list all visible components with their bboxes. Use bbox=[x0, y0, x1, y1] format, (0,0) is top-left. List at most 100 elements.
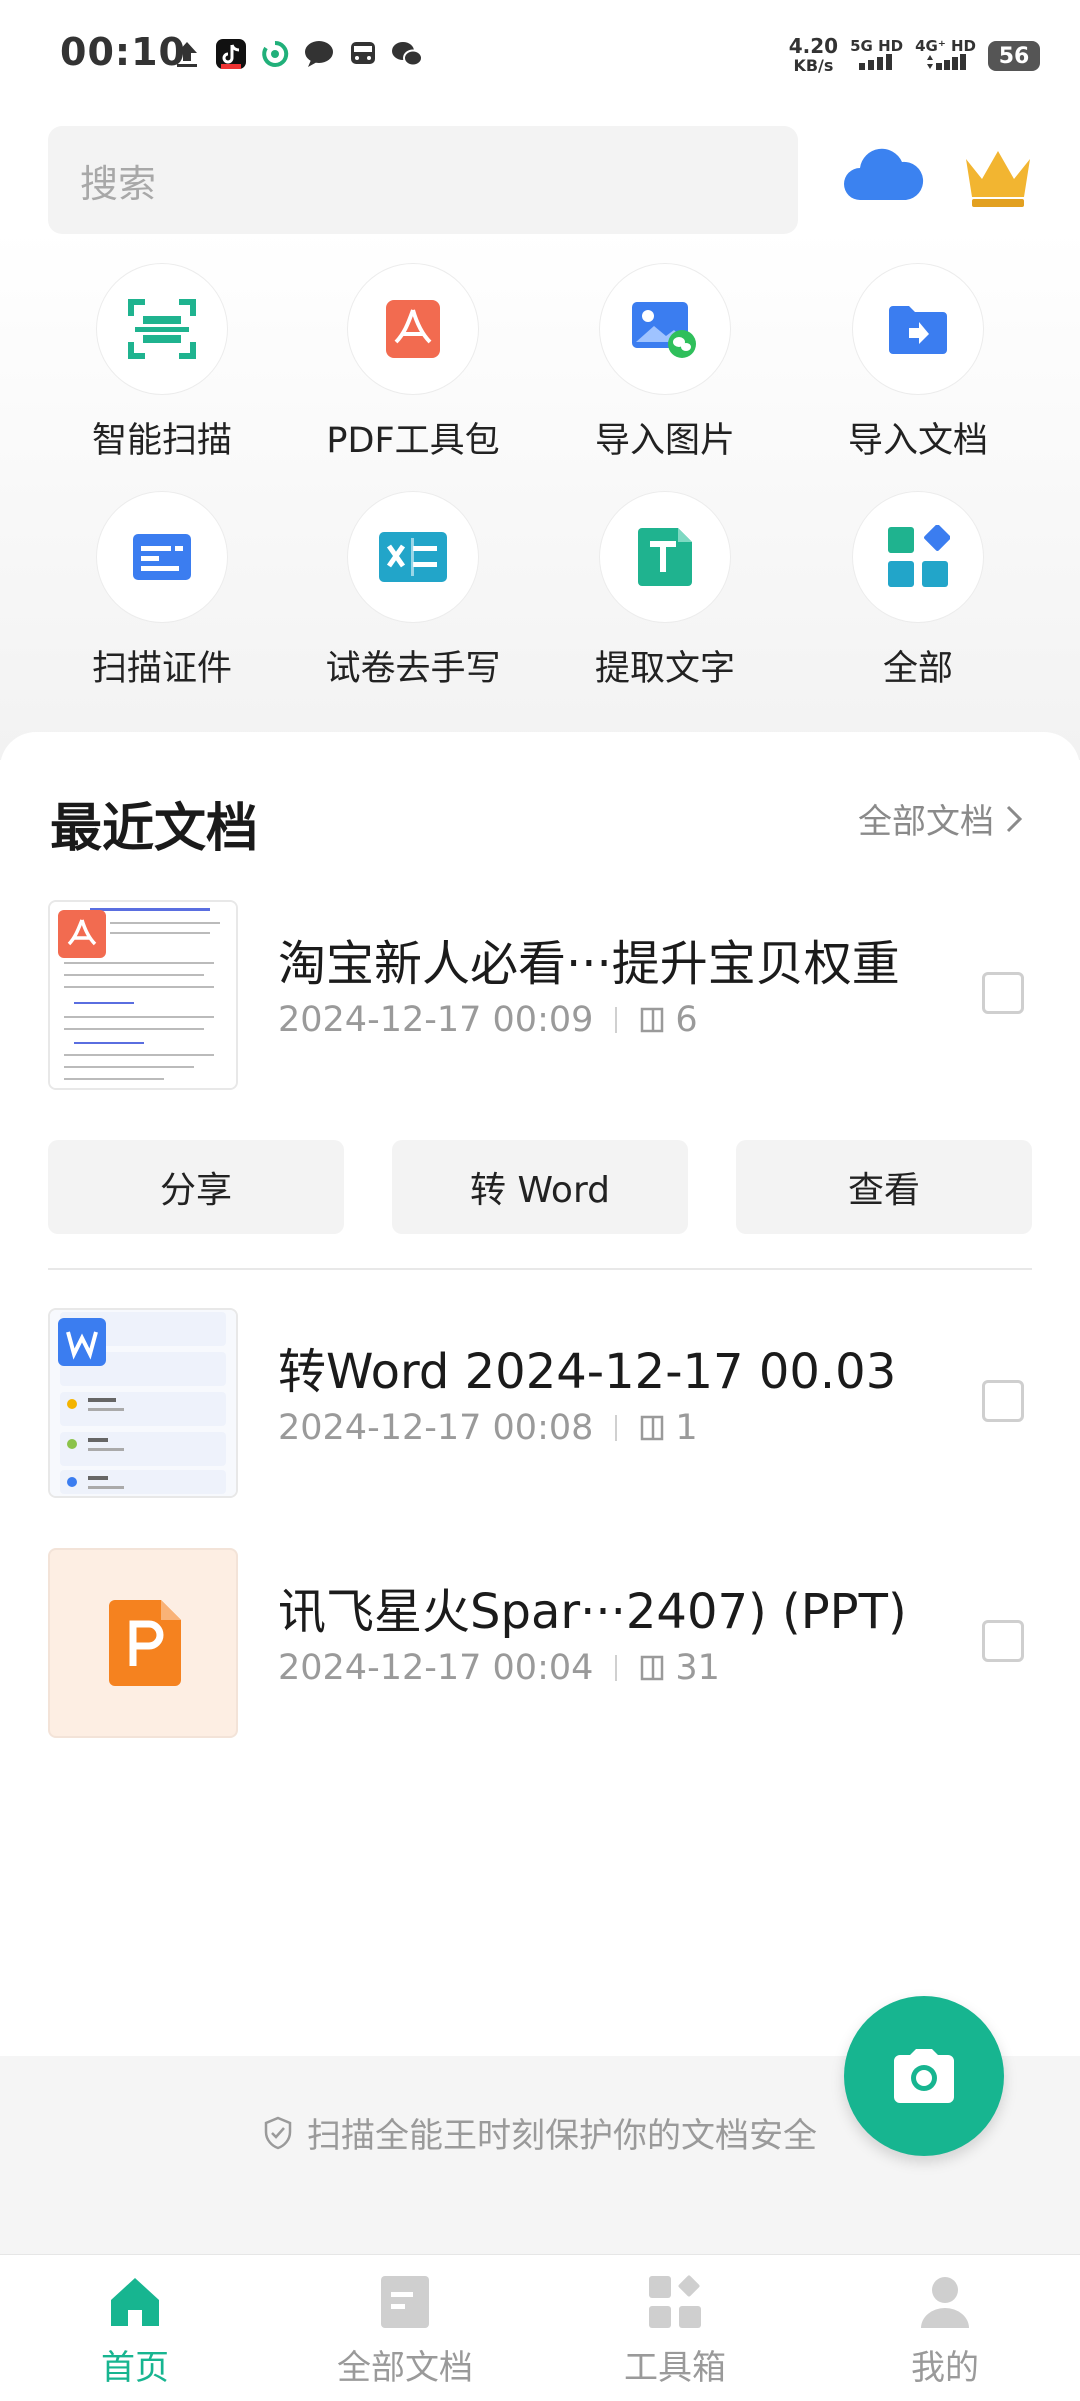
signal-4g: 4G⁺ HD bbox=[915, 36, 976, 74]
list-item[interactable]: 讯飞星火Spar···2407) (PPT) 2024-12-17 00:04 … bbox=[0, 1548, 1080, 1744]
tool-import-image[interactable]: 导入图片 bbox=[540, 264, 790, 464]
message-icon bbox=[302, 37, 336, 71]
id-card-icon bbox=[97, 492, 227, 622]
exam-clean-icon bbox=[348, 492, 478, 622]
tool-all[interactable]: 全部 bbox=[793, 492, 1043, 692]
doc-date: 2024-12-17 00:09 bbox=[278, 1000, 594, 1040]
tool-pdf-kit[interactable]: PDF工具包 bbox=[288, 264, 538, 464]
tiktok-icon bbox=[214, 37, 248, 71]
nav-label: 全部文档 bbox=[337, 2348, 473, 2388]
doc-title: 讯飞星火Spar···2407) (PPT) bbox=[278, 1584, 907, 1640]
doc-meta: 2024-12-17 00:08 1 bbox=[278, 1408, 698, 1448]
doc-thumbnail bbox=[48, 1548, 238, 1738]
meta-divider bbox=[615, 1655, 618, 1681]
search-input[interactable]: 搜索 bbox=[48, 126, 798, 234]
search-placeholder: 搜索 bbox=[80, 161, 157, 206]
tool-label: 提取文字 bbox=[594, 649, 735, 689]
nav-me[interactable]: 我的 bbox=[835, 2274, 1055, 2389]
meta-divider bbox=[615, 1007, 618, 1033]
doc-title: 淘宝新人必看···提升宝贝权重 bbox=[278, 936, 900, 992]
tool-import-document[interactable]: 导入文档 bbox=[793, 264, 1043, 464]
cloud-icon[interactable] bbox=[840, 140, 924, 210]
upload-icon bbox=[170, 37, 204, 71]
tool-label: 导入文档 bbox=[847, 421, 988, 461]
status-notification-icons bbox=[170, 34, 424, 74]
all-docs-label: 全部文档 bbox=[858, 802, 994, 842]
page-count-icon bbox=[641, 1655, 664, 1681]
signal-5g: 5G HD bbox=[850, 36, 904, 74]
doc-thumbnail bbox=[48, 900, 238, 1090]
to-word-button[interactable]: 转 Word bbox=[392, 1140, 688, 1234]
ppt-file-icon bbox=[105, 1598, 185, 1688]
nav-label: 我的 bbox=[911, 2348, 979, 2388]
page-count-icon bbox=[641, 1415, 664, 1441]
tool-label: 扫描证件 bbox=[91, 649, 232, 689]
camera-icon bbox=[894, 2049, 954, 2103]
list-item[interactable]: 转Word 2024-12-17 00.03 2024-12-17 00:08 … bbox=[0, 1308, 1080, 1504]
chevron-right-icon bbox=[1006, 805, 1023, 832]
recent-docs-title: 最近文档 bbox=[50, 799, 259, 859]
document-icon bbox=[381, 2276, 429, 2328]
bus-icon bbox=[346, 37, 380, 71]
wechat-icon bbox=[390, 37, 424, 71]
tool-exam-clean[interactable]: 试卷去手写 bbox=[288, 492, 538, 692]
tool-label: 智能扫描 bbox=[91, 421, 232, 461]
signal-bars-icon bbox=[858, 53, 892, 70]
tool-label: 试卷去手写 bbox=[325, 649, 501, 689]
view-button[interactable]: 查看 bbox=[736, 1140, 1032, 1234]
security-text: 扫描全能王时刻保护你的文档安全 bbox=[307, 2116, 817, 2156]
tool-extract-text[interactable]: 提取文字 bbox=[540, 492, 790, 692]
doc-meta: 2024-12-17 00:09 6 bbox=[278, 1000, 698, 1040]
page-count-icon bbox=[641, 1007, 664, 1033]
tool-label: PDF工具包 bbox=[326, 421, 500, 461]
list-item[interactable]: 淘宝新人必看···提升宝贝权重 2024-12-17 00:09 6 bbox=[0, 900, 1080, 1096]
text-extract-icon bbox=[600, 492, 730, 622]
divider bbox=[48, 1268, 1032, 1270]
doc-thumbnail bbox=[48, 1308, 238, 1498]
tool-smart-scan[interactable]: 智能扫描 bbox=[37, 264, 287, 464]
doc-page-count: 1 bbox=[675, 1408, 698, 1448]
all-docs-link[interactable]: 全部文档 bbox=[858, 794, 1024, 843]
import-folder-icon bbox=[853, 264, 983, 394]
app-green-icon bbox=[258, 37, 292, 71]
doc-page-count: 6 bbox=[675, 1000, 698, 1040]
toolbox-icon bbox=[649, 2275, 701, 2328]
scan-icon bbox=[97, 264, 227, 394]
doc-checkbox[interactable] bbox=[982, 1620, 1024, 1662]
shield-icon bbox=[264, 2116, 292, 2149]
tool-label: 导入图片 bbox=[594, 421, 735, 461]
battery-indicator: 56 bbox=[988, 41, 1040, 71]
speed-value: 4.20 bbox=[788, 34, 839, 58]
nav-label: 工具箱 bbox=[624, 2348, 726, 2388]
camera-button[interactable] bbox=[844, 1996, 1004, 2156]
signal-4g-label: 4G⁺ HD bbox=[915, 36, 976, 55]
doc-title: 转Word 2024-12-17 00.03 bbox=[278, 1344, 897, 1400]
status-right-cluster: 4.20 KB/s 5G HD 4G⁺ HD 56 bbox=[789, 36, 1040, 76]
doc-page-count: 31 bbox=[675, 1648, 720, 1688]
word-badge-icon bbox=[58, 1318, 106, 1366]
doc-checkbox[interactable] bbox=[982, 972, 1024, 1014]
nav-toolbox[interactable]: 工具箱 bbox=[565, 2274, 785, 2389]
user-icon bbox=[921, 2277, 969, 2328]
signal-bars-icon bbox=[926, 53, 966, 70]
meta-divider bbox=[615, 1415, 618, 1441]
nav-all-docs[interactable]: 全部文档 bbox=[295, 2274, 515, 2389]
network-speed: 4.20 KB/s bbox=[789, 36, 838, 76]
doc-date: 2024-12-17 00:08 bbox=[278, 1408, 594, 1448]
status-time: 00:10 bbox=[60, 30, 186, 74]
crown-icon[interactable] bbox=[962, 145, 1034, 209]
home-icon bbox=[111, 2278, 159, 2326]
doc-meta: 2024-12-17 00:04 31 bbox=[278, 1648, 720, 1688]
pdf-badge-icon bbox=[58, 910, 106, 958]
nav-home[interactable]: 首页 bbox=[25, 2274, 245, 2389]
all-apps-icon bbox=[853, 492, 983, 622]
pdf-icon bbox=[348, 264, 478, 394]
speed-unit: KB/s bbox=[793, 56, 834, 75]
share-button[interactable]: 分享 bbox=[48, 1140, 344, 1234]
tool-scan-id[interactable]: 扫描证件 bbox=[37, 492, 287, 692]
doc-date: 2024-12-17 00:04 bbox=[278, 1648, 594, 1688]
signal-5g-label: 5G HD bbox=[850, 36, 904, 55]
doc-checkbox[interactable] bbox=[982, 1380, 1024, 1422]
nav-label: 首页 bbox=[101, 2348, 169, 2388]
tool-label: 全部 bbox=[882, 649, 953, 689]
